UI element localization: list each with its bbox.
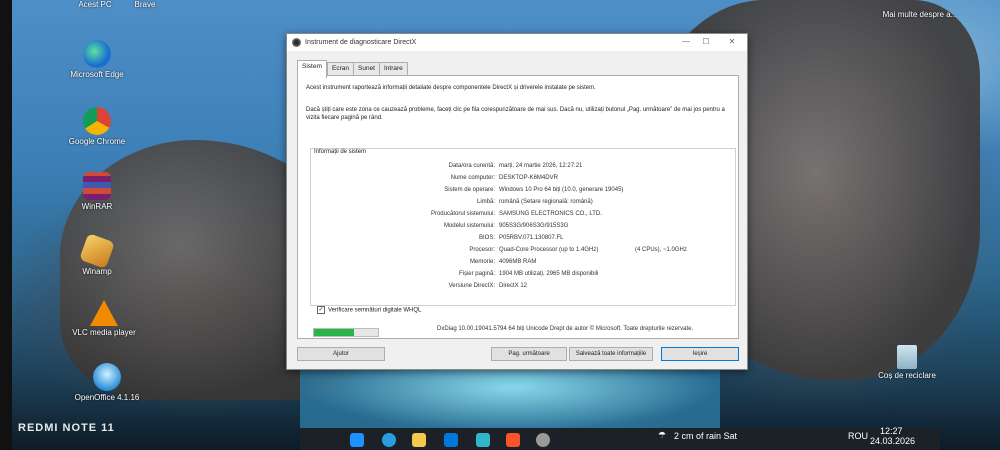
desktop-icon-label: Brave [134,0,156,9]
weather-text[interactable]: 2 cm of rain Sat [674,431,737,441]
desktop-icon-edge[interactable]: Microsoft Edge [62,40,132,79]
desktop-icon-openoffice[interactable]: OpenOffice 4.1.16 [72,363,142,402]
desktop-icon-label: OpenOffice 4.1.16 [74,393,140,402]
system-info-group: Data/ora curentă: marți, 24 martie 2026,… [310,148,736,306]
intro-text: Acest instrument raportează informații d… [306,85,596,91]
desktop-icon-brave[interactable]: Brave [110,0,180,9]
desktop-icon-label: Coș de reciclare [878,371,936,380]
taskbar [300,428,940,450]
whql-checkbox-row[interactable]: ✓ Verificare semnături digitale WHQL [317,306,421,314]
clock-date[interactable]: 24.03.2026 [870,436,915,446]
desktop-spotlight-link[interactable]: Mai multe despre a... [880,10,960,19]
dxdiag-taskbar-icon[interactable] [536,433,550,447]
info-label: Fișier paginã: [458,271,495,277]
whql-checkbox[interactable]: ✓ [317,306,325,314]
info-value-model: 905S3G/906S3G/915S3G [499,223,569,229]
screen-bezel [0,0,12,450]
info-value-cpu-count: (4 CPUs), ~1.0GHz [635,247,687,253]
winrar-icon [83,172,111,200]
info-value-bios: P05RBV.071.130807.FL [499,235,564,241]
brave-taskbar-icon[interactable] [506,433,520,447]
spotlight-text: Mai multe despre a... [882,10,958,19]
info-label: Data/ora curentă: [448,163,495,169]
clock-time[interactable]: 12:27 [880,426,903,436]
desktop-icon-recycle-bin[interactable]: Coș de reciclare [872,345,942,380]
recycle-bin-icon [897,345,917,369]
progress-bar [313,328,379,337]
desktop-icon-label: WinRAR [81,202,113,211]
help-button[interactable]: Ajutor [297,347,385,361]
window-titlebar[interactable]: Instrument de diagnosticare DirectX — ☐ … [287,34,747,51]
whql-label: Verificare semnături digitale WHQL [328,307,422,314]
desktop-icon-label: Google Chrome [68,137,126,146]
language-indicator[interactable]: ROU [848,431,868,441]
info-value-datetime: marți, 24 martie 2026, 12:27:21 [499,163,583,169]
wallpaper-water [300,360,720,430]
edge-taskbar-icon[interactable] [382,433,396,447]
winamp-icon [79,233,115,269]
exit-button[interactable]: Ieșire [661,347,739,361]
desktop-icon-label: VLC media player [72,328,136,337]
info-value-processor: Quad-Core Processor (up to 1.4GHz) [499,247,599,253]
next-page-button[interactable]: Pag. următoare [491,347,567,361]
tab-sistem[interactable]: Sistem [297,60,327,78]
info-label: Sistem de operare: [444,187,495,193]
info-label: Procesor: [469,247,495,253]
help-text: Dacă știți care este zona ce cauzează pr… [306,107,725,121]
mail-icon[interactable] [476,433,490,447]
info-label: Limbă: [476,199,495,205]
info-label: Producătorul sistemului: [430,211,495,217]
desktop-icon-label: Winamp [82,267,112,276]
desktop-icon-winamp[interactable]: Winamp [62,233,132,276]
info-value-pagefile: 1904 MB utilizați, 2965 MB disponibili [499,271,599,277]
maximize-button[interactable]: ☐ [699,37,713,48]
info-value-directx: DirectX 12 [499,283,528,289]
save-all-info-button[interactable]: Salvează toate informațiile [569,347,653,361]
info-value-os: Windows 10 Pro 64 biți (10.0, generare 1… [499,187,624,193]
window-title: Instrument de diagnosticare DirectX [305,39,417,46]
edge-icon [83,40,111,68]
openoffice-icon [93,363,121,391]
dxdiag-app-icon [292,38,301,47]
info-value-computer-name: DESKTOP-K6M4DVR [499,175,558,181]
info-value-manufacturer: SAMSUNG ELECTRONICS CO., LTD. [499,211,602,217]
info-label: Nume computer: [450,175,495,181]
info-label: Versiune DirectX: [448,283,495,289]
file-explorer-icon[interactable] [412,433,426,447]
system-info-group-title: Informații de sistem [312,149,369,155]
minimize-button[interactable]: — [679,37,693,48]
desktop-icon-chrome[interactable]: Google Chrome [62,107,132,146]
info-value-memory: 4096MB RAM [499,259,537,265]
phone-watermark: REDMI NOTE 11 [18,422,115,434]
vlc-icon [90,300,118,326]
close-button[interactable]: ✕ [725,37,739,48]
info-value-language: română (Setare regională: română) [499,199,593,205]
task-view-icon[interactable] [350,433,364,447]
copyright-footer: DxDiag 10.00.19041.5794 64 biți Unicode … [437,326,694,332]
chrome-icon [83,107,111,135]
weather-icon[interactable]: ☂ [658,430,666,441]
desktop-icon-label: Microsoft Edge [70,70,124,79]
dxdiag-window: Instrument de diagnosticare DirectX — ☐ … [286,33,748,370]
progress-bar-fill [314,329,354,336]
store-icon[interactable] [444,433,458,447]
desktop-icon-vlc[interactable]: VLC media player [64,300,144,337]
info-label: BIOS: [478,235,495,241]
info-label: Modelul sistemului: [443,223,495,229]
desktop-icon-label: Acest PC [78,0,112,9]
system-tab-panel: Acest instrument raportează informații d… [297,75,739,339]
desktop-icon-winrar[interactable]: WinRAR [62,172,132,211]
info-label: Memorie: [469,259,495,265]
